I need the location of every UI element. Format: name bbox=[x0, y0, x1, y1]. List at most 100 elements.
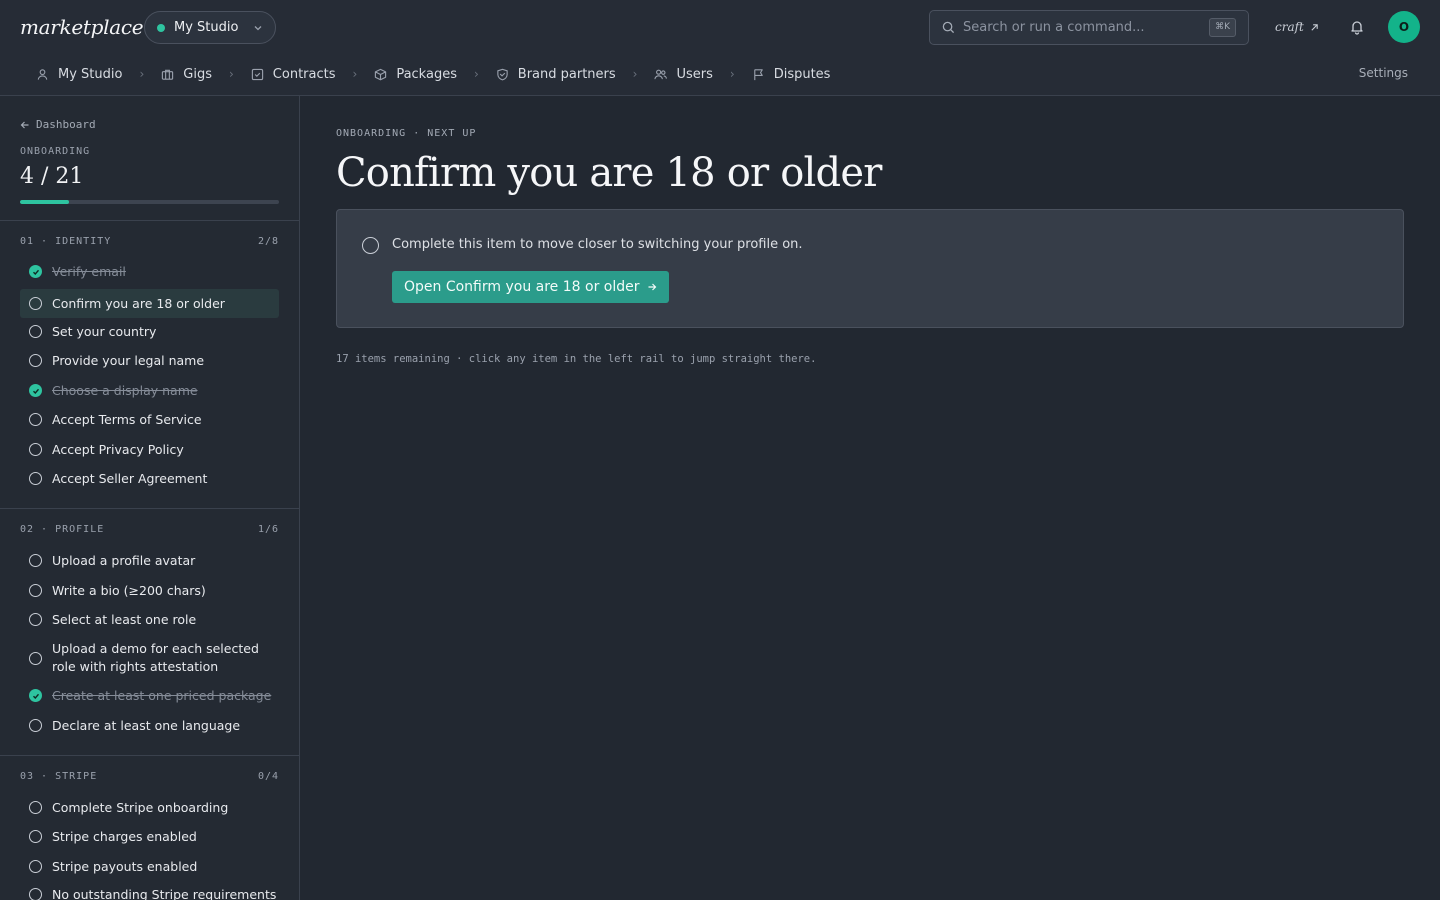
task-display-name[interactable]: Choose a display name bbox=[20, 376, 279, 405]
empty-circle-icon bbox=[29, 888, 42, 900]
nav-label: Users bbox=[676, 66, 713, 82]
nav-item-users[interactable]: Users bbox=[654, 66, 713, 82]
avatar[interactable]: O bbox=[1388, 11, 1420, 43]
section-count: 0/4 bbox=[257, 771, 279, 782]
search-input[interactable] bbox=[963, 20, 1203, 35]
task-legal-name[interactable]: Provide your legal name bbox=[20, 346, 279, 375]
task-profile-avatar[interactable]: Upload a profile avatar bbox=[20, 546, 279, 575]
users-icon bbox=[654, 69, 668, 79]
divider bbox=[0, 220, 299, 221]
flag-icon bbox=[753, 68, 763, 80]
task-label: Accept Seller Agreement bbox=[52, 470, 208, 486]
task-stripe-requirements[interactable]: No outstanding Stripe requirements bbox=[20, 880, 279, 900]
main-nav: My Studio › Gigs › Contracts › Packages … bbox=[36, 57, 830, 91]
task-label: Verify email bbox=[52, 263, 126, 279]
nav-separator: › bbox=[632, 67, 638, 81]
package-icon bbox=[375, 68, 387, 80]
check-circle-icon bbox=[29, 689, 42, 702]
task-seller-agreement[interactable]: Accept Seller Agreement bbox=[20, 464, 279, 493]
task-label: Complete Stripe onboarding bbox=[52, 799, 229, 815]
nav-label: My Studio bbox=[58, 66, 123, 82]
nav-separator: › bbox=[139, 67, 145, 81]
nav-label: Contracts bbox=[272, 66, 336, 82]
card-description: Complete this item to move closer to swi… bbox=[392, 237, 803, 252]
task-label: Set your country bbox=[52, 323, 157, 339]
command-search[interactable]: ⌘K bbox=[929, 10, 1249, 45]
empty-circle-icon[interactable] bbox=[362, 237, 379, 254]
empty-circle-icon bbox=[29, 443, 42, 456]
section-header-stripe: 03 · STRIPE 0/4 bbox=[20, 771, 279, 782]
logo[interactable]: marketplace. bbox=[20, 12, 150, 42]
section-title: 03 · STRIPE bbox=[20, 771, 98, 782]
studio-switcher[interactable]: My Studio bbox=[144, 11, 276, 44]
nav-label: Packages bbox=[396, 66, 457, 82]
top-bar: marketplace. My Studio ⌘K craft O My Stu… bbox=[0, 0, 1440, 96]
bell-icon[interactable] bbox=[1348, 18, 1366, 36]
search-icon bbox=[942, 21, 955, 34]
task-set-country[interactable]: Set your country bbox=[20, 317, 279, 346]
empty-circle-icon bbox=[29, 554, 42, 567]
nav-label: Gigs bbox=[183, 66, 212, 82]
task-label: No outstanding Stripe requirements bbox=[52, 886, 277, 900]
nav-item-packages[interactable]: Packages bbox=[374, 67, 457, 82]
task-declare-language[interactable]: Declare at least one language bbox=[20, 711, 279, 740]
nav-item-my-studio[interactable]: My Studio bbox=[36, 67, 122, 82]
task-label: Declare at least one language bbox=[52, 717, 241, 733]
nav-item-brand-partners[interactable]: Brand partners bbox=[496, 67, 616, 82]
nav-separator: › bbox=[352, 67, 358, 81]
empty-circle-icon bbox=[29, 472, 42, 485]
task-label: Upload a profile avatar bbox=[52, 552, 196, 568]
divider bbox=[0, 755, 299, 756]
section-count: 2/8 bbox=[257, 236, 279, 247]
studio-switcher-label: My Studio bbox=[174, 20, 239, 35]
back-to-dashboard-link[interactable]: Dashboard bbox=[20, 118, 96, 131]
section-title: 01 · IDENTITY bbox=[20, 236, 112, 247]
progress-fill bbox=[20, 200, 70, 204]
task-label: Upload a demo for each selected role wit… bbox=[52, 641, 259, 674]
open-item-button[interactable]: Open Confirm you are 18 or older bbox=[392, 271, 670, 303]
task-label: Confirm you are 18 or older bbox=[52, 295, 225, 311]
empty-circle-icon bbox=[29, 584, 42, 597]
nav-separator: › bbox=[228, 67, 234, 81]
nav-item-contracts[interactable]: Contracts bbox=[251, 67, 336, 82]
section-header-profile: 02 · PROFILE 1/6 bbox=[20, 524, 279, 535]
next-item-card: Complete this item to move closer to swi… bbox=[336, 209, 1404, 328]
task-select-role[interactable]: Select at least one role bbox=[20, 605, 279, 634]
task-stripe-payouts[interactable]: Stripe payouts enabled bbox=[20, 852, 279, 881]
onboarding-sidebar: Dashboard ONBOARDING 4 / 21 01 · IDENTIT… bbox=[0, 96, 300, 900]
next-up-eyebrow: ONBOARDING · NEXT UP bbox=[336, 128, 477, 139]
checkbox-icon bbox=[251, 68, 263, 80]
shortcut-badge: ⌘K bbox=[1209, 18, 1236, 37]
section-title: 02 · PROFILE bbox=[20, 524, 105, 535]
external-link-icon bbox=[1311, 23, 1318, 31]
task-confirm-age[interactable]: Confirm you are 18 or older bbox=[20, 289, 279, 318]
task-label: Provide your legal name bbox=[52, 352, 205, 368]
empty-circle-icon bbox=[29, 613, 42, 626]
user-icon bbox=[37, 68, 48, 80]
nav-item-disputes[interactable]: Disputes bbox=[752, 66, 831, 82]
task-upload-demo[interactable]: Upload a demo for each selected role wit… bbox=[20, 639, 279, 677]
section-count: 1/6 bbox=[257, 524, 279, 535]
empty-circle-icon bbox=[29, 354, 42, 367]
nav-label: Disputes bbox=[773, 66, 831, 82]
task-privacy-policy[interactable]: Accept Privacy Policy bbox=[20, 435, 279, 464]
empty-circle-icon bbox=[29, 297, 42, 310]
task-label: Accept Terms of Service bbox=[52, 411, 202, 427]
empty-circle-icon bbox=[29, 413, 42, 426]
craft-link[interactable]: craft bbox=[1275, 17, 1319, 37]
task-verify-email[interactable]: Verify email bbox=[20, 257, 279, 286]
nav-item-gigs[interactable]: Gigs bbox=[161, 67, 212, 82]
task-stripe-onboarding[interactable]: Complete Stripe onboarding bbox=[20, 793, 279, 822]
check-circle-icon bbox=[29, 384, 42, 397]
task-priced-package[interactable]: Create at least one priced package bbox=[20, 681, 279, 710]
task-stripe-charges[interactable]: Stripe charges enabled bbox=[20, 822, 279, 851]
briefcase-icon bbox=[162, 69, 174, 80]
settings-link[interactable]: Settings bbox=[1359, 66, 1408, 80]
task-label: Stripe charges enabled bbox=[52, 828, 197, 844]
page-title: Confirm you are 18 or older bbox=[336, 150, 882, 196]
task-write-bio[interactable]: Write a bio (≥200 chars) bbox=[20, 576, 279, 605]
task-label: Choose a display name bbox=[52, 382, 198, 398]
remaining-footnote: 17 items remaining · click any item in t… bbox=[336, 353, 817, 365]
nav-separator: › bbox=[473, 67, 479, 81]
task-terms-of-service[interactable]: Accept Terms of Service bbox=[20, 405, 279, 434]
